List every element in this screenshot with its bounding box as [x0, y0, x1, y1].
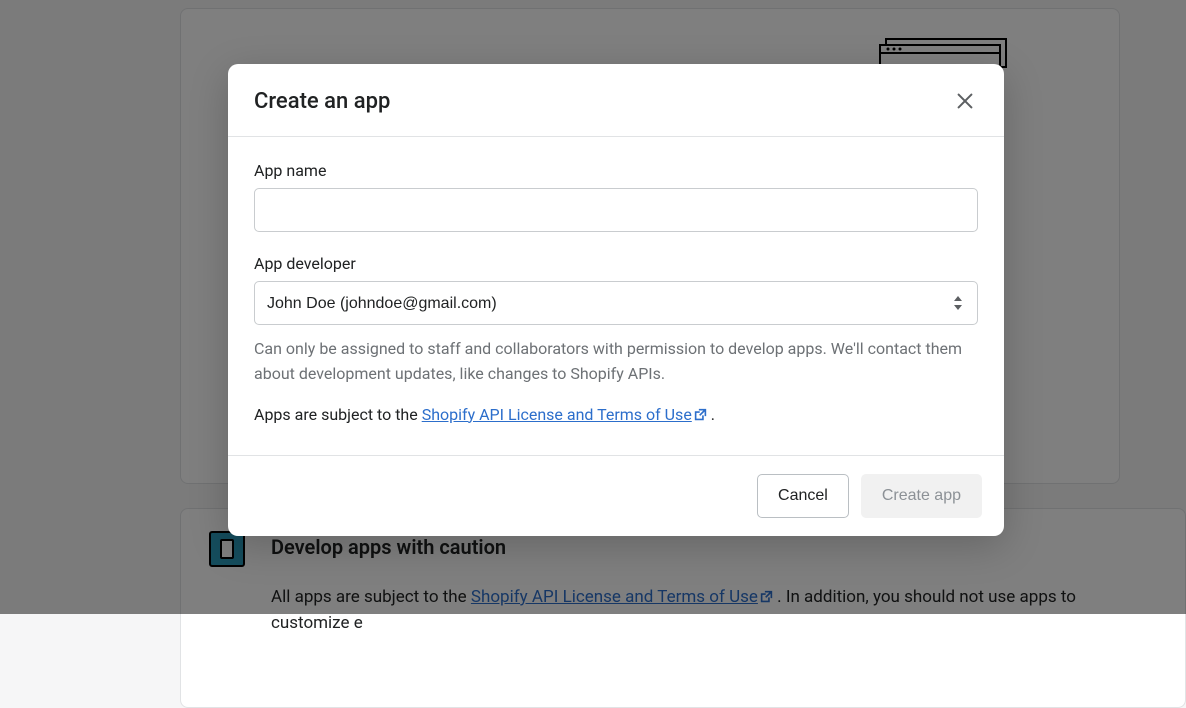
modal-footer: Cancel Create app	[228, 455, 1004, 536]
create-app-button[interactable]: Create app	[861, 474, 982, 518]
terms-prefix: Apps are subject to the	[254, 405, 422, 424]
app-developer-help: Can only be assigned to staff and collab…	[254, 337, 978, 387]
terms-link[interactable]: Shopify API License and Terms of Use	[422, 405, 707, 424]
terms-text: Apps are subject to the Shopify API Lice…	[254, 403, 978, 427]
app-name-group: App name	[254, 161, 978, 232]
modal-header: Create an app	[228, 64, 1004, 137]
modal-title: Create an app	[254, 89, 390, 114]
external-link-icon	[694, 408, 707, 421]
cancel-button[interactable]: Cancel	[757, 474, 849, 518]
terms-suffix: .	[707, 405, 715, 424]
close-button[interactable]	[950, 86, 980, 116]
app-developer-label: App developer	[254, 254, 978, 273]
app-name-label: App name	[254, 161, 978, 180]
modal-body: App name App developer John Doe (johndoe…	[228, 137, 1004, 455]
app-developer-group: App developer John Doe (johndoe@gmail.co…	[254, 254, 978, 387]
create-app-modal: Create an app App name App developer Joh…	[228, 64, 1004, 536]
app-name-input[interactable]	[254, 188, 978, 232]
app-developer-select[interactable]: John Doe (johndoe@gmail.com)	[254, 281, 978, 325]
close-icon	[954, 90, 976, 112]
